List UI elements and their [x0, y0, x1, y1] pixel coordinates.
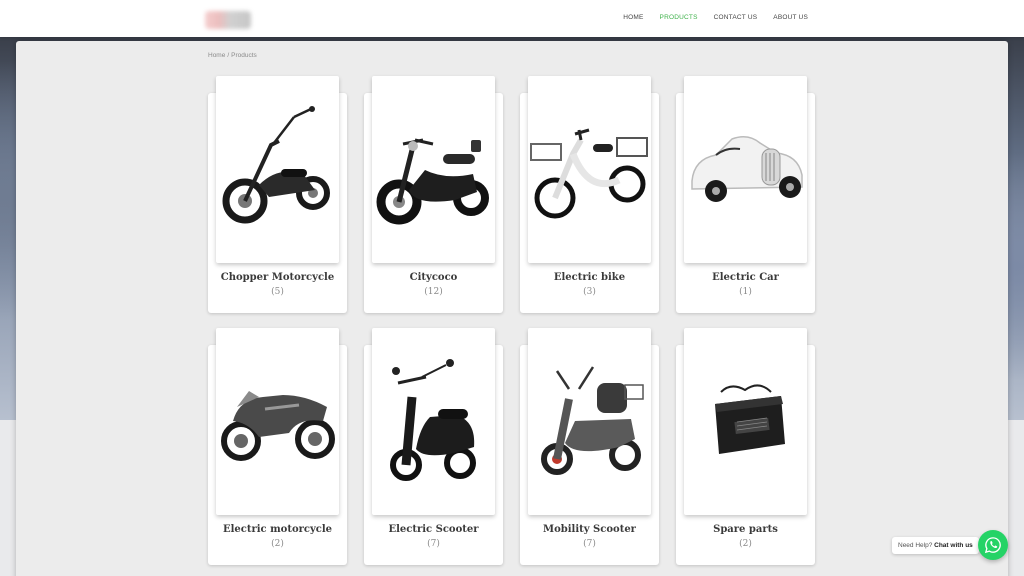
product-title[interactable]: Mobility Scooter [520, 524, 659, 535]
product-title[interactable]: Citycoco [364, 272, 503, 283]
site-header: HOME PRODUCTS CONTACT US ABOUT US [0, 0, 1024, 37]
electric-bike-icon [529, 128, 648, 218]
help-prefix: Need Help? [898, 542, 933, 549]
product-title[interactable]: Spare parts [676, 524, 815, 535]
charger-icon [714, 384, 785, 454]
chopper-motorcycle-icon [222, 105, 330, 223]
main-content-panel [16, 41, 1008, 576]
product-title[interactable]: Electric bike [520, 272, 659, 283]
electric-motorcycle-icon [220, 390, 335, 461]
help-cta: Chat with us [934, 542, 973, 549]
product-count: 7 [364, 539, 503, 549]
product-card-spare-parts[interactable]: Spare parts 2 [676, 328, 815, 565]
product-image[interactable] [372, 328, 495, 515]
nav-products[interactable]: PRODUCTS [660, 14, 698, 21]
site-logo[interactable] [205, 11, 251, 29]
product-count: 5 [208, 287, 347, 297]
nav-about-us[interactable]: ABOUT US [773, 14, 808, 21]
nav-home[interactable]: HOME [623, 14, 643, 21]
product-image[interactable] [528, 76, 651, 263]
product-title[interactable]: Electric Scooter [364, 524, 503, 535]
product-title[interactable]: Electric motorcycle [208, 524, 347, 535]
main-nav: HOME PRODUCTS CONTACT US ABOUT US [607, 14, 808, 21]
citycoco-scooter-icon [376, 138, 489, 224]
product-image[interactable] [684, 328, 807, 515]
product-card-electric-motorcycle[interactable]: Electric motorcycle 2 [208, 328, 347, 565]
breadcrumb-home[interactable]: Home [208, 52, 225, 59]
product-card-citycoco[interactable]: Citycoco 12 [364, 76, 503, 313]
whatsapp-chat-button[interactable] [978, 530, 1008, 560]
whatsapp-help-bubble[interactable]: Need Help? Chat with us [892, 537, 979, 554]
product-image[interactable] [684, 76, 807, 263]
product-count: 2 [208, 539, 347, 549]
mobility-scooter-icon [540, 366, 644, 475]
product-title[interactable]: Chopper Motorcycle [208, 272, 347, 283]
product-image[interactable] [216, 76, 339, 263]
electric-scooter-icon [389, 358, 476, 481]
whatsapp-icon [984, 537, 1001, 554]
product-count: 2 [676, 539, 815, 549]
breadcrumb-current: Products [231, 52, 257, 59]
product-count: 7 [520, 539, 659, 549]
product-count: 12 [364, 287, 503, 297]
nav-contact-us[interactable]: CONTACT US [714, 14, 758, 21]
product-count: 3 [520, 287, 659, 297]
breadcrumb: Home / Products [208, 52, 257, 59]
product-card-electric-scooter[interactable]: Electric Scooter 7 [364, 328, 503, 565]
product-card-chopper-motorcycle[interactable]: Chopper Motorcycle 5 [208, 76, 347, 313]
product-image[interactable] [372, 76, 495, 263]
product-card-electric-bike[interactable]: Electric bike 3 [520, 76, 659, 313]
product-title[interactable]: Electric Car [676, 272, 815, 283]
electric-car-icon [690, 135, 803, 202]
product-image[interactable] [528, 328, 651, 515]
product-image[interactable] [216, 328, 339, 515]
breadcrumb-separator: / [227, 52, 230, 59]
product-count: 1 [676, 287, 815, 297]
product-card-electric-car[interactable]: Electric Car 1 [676, 76, 815, 313]
product-card-mobility-scooter[interactable]: Mobility Scooter 7 [520, 328, 659, 565]
